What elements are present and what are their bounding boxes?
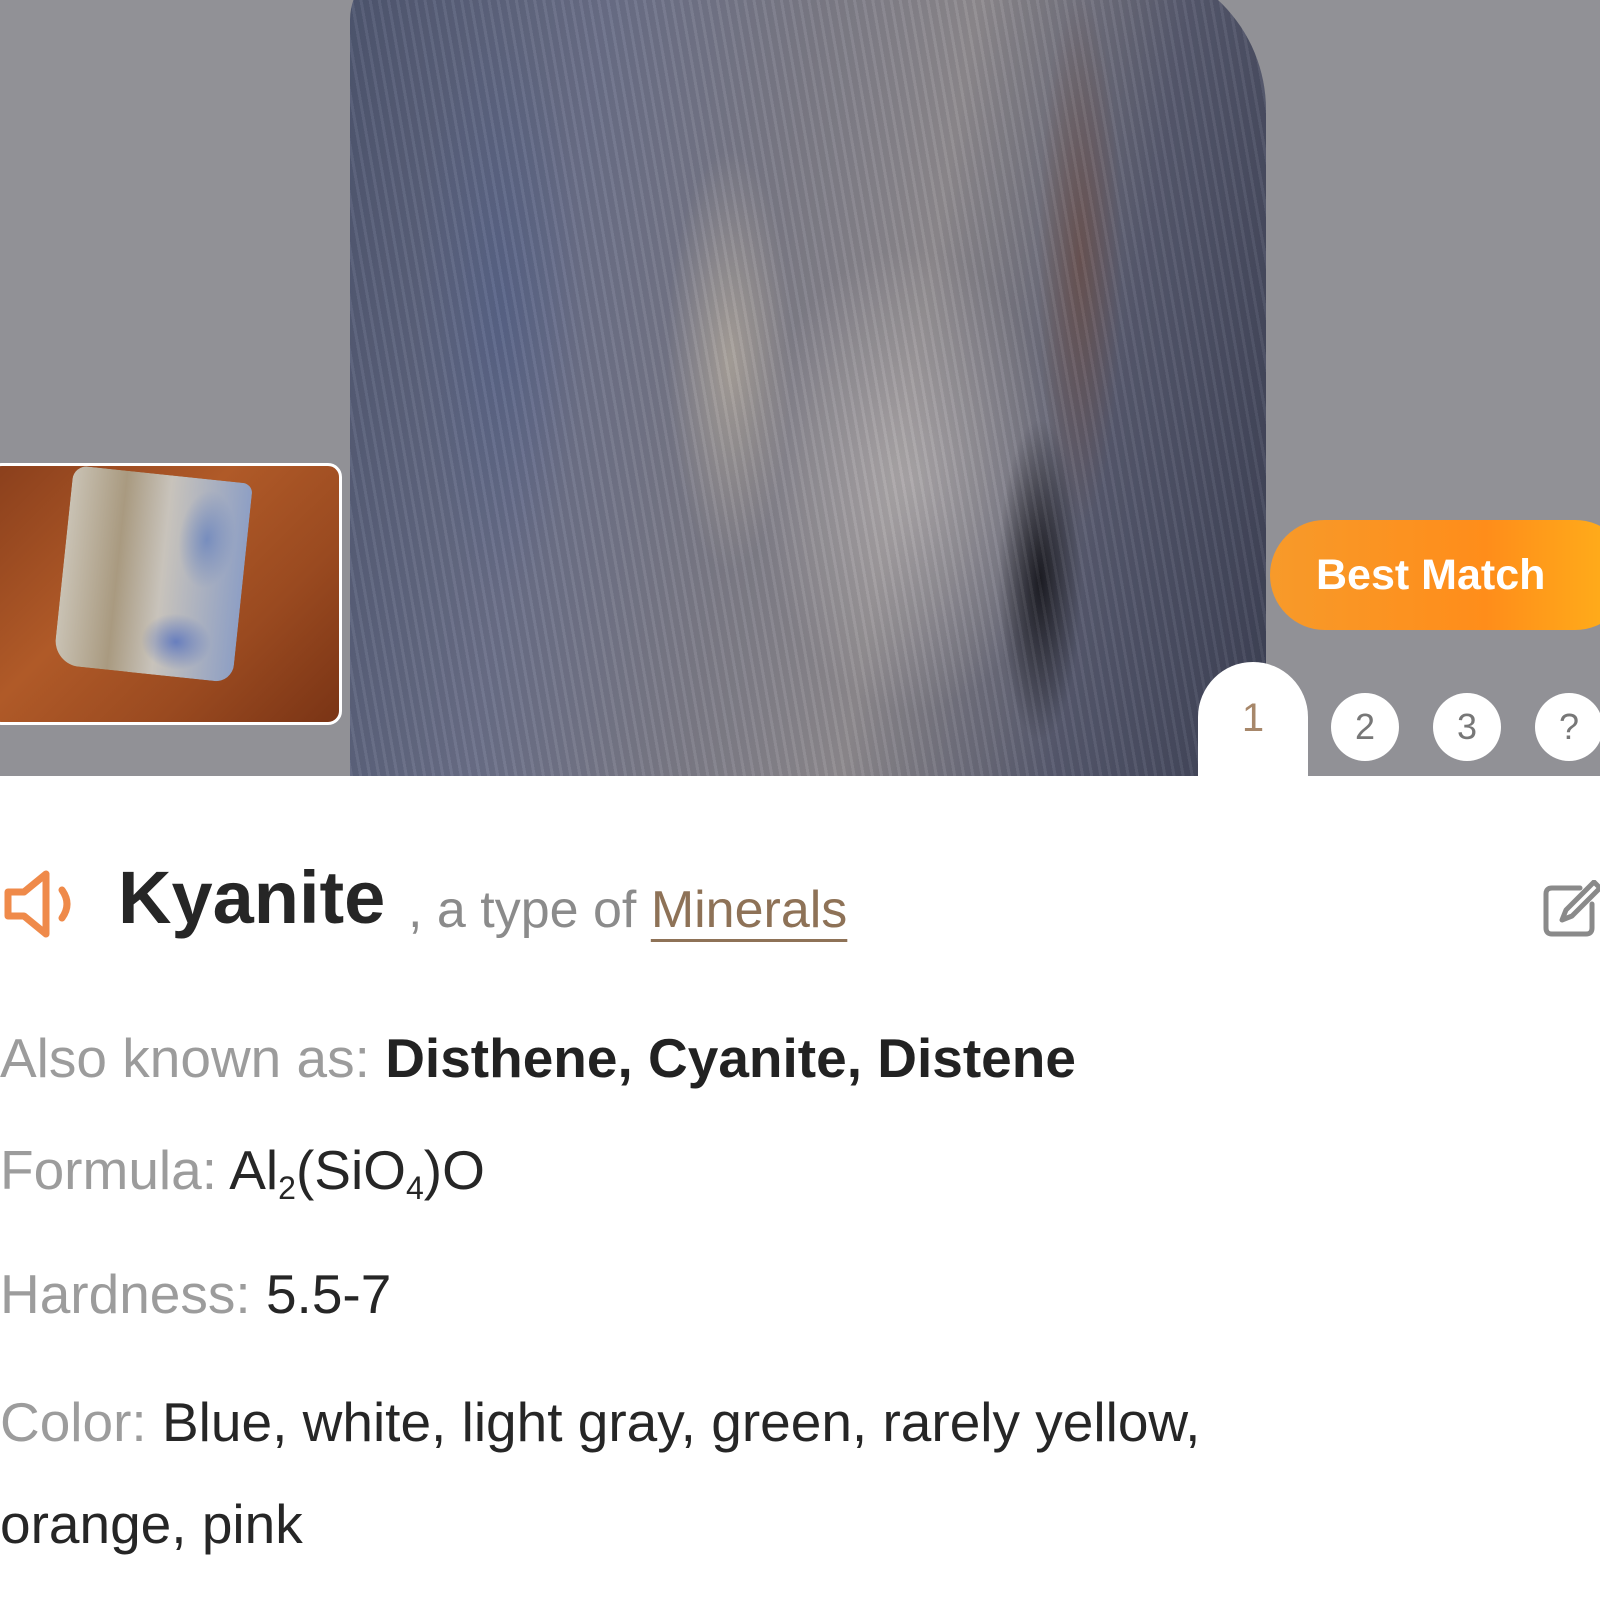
specimen-photo: Best Match	[0, 0, 1600, 776]
result-tab-3[interactable]: 3	[1433, 693, 1501, 761]
hardness-label: Hardness:	[0, 1263, 266, 1325]
formula-part: (SiO	[295, 1139, 406, 1201]
formula-value: Al2(SiO4)O	[229, 1139, 485, 1206]
formula-row: Formula: Al2(SiO4)O	[0, 1138, 485, 1207]
result-tab-1-label: 1	[1241, 696, 1265, 740]
color-value-line1: Blue, white, light gray, green, rarely y…	[162, 1391, 1201, 1453]
color-label: Color:	[0, 1391, 162, 1453]
mineral-type: , a type of Minerals	[408, 880, 847, 940]
also-known-as-row: Also known as: Disthene, Cyanite, Disten…	[0, 1026, 1076, 1090]
formula-label: Formula:	[0, 1139, 230, 1201]
mineral-name: Kyanite	[118, 856, 386, 939]
best-match-label: Best Match	[1316, 550, 1546, 599]
result-tab-1[interactable]: 1	[1198, 662, 1308, 782]
formula-subscript: 2	[278, 1170, 296, 1206]
hardness-row: Hardness: 5.5-7	[0, 1262, 391, 1326]
also-known-as-label: Also known as:	[0, 1027, 386, 1089]
edit-icon[interactable]	[1540, 880, 1600, 940]
color-row-continued: orange, pink	[0, 1492, 303, 1556]
result-tab-3-label: 3	[1456, 706, 1478, 747]
result-tab-2-label: 2	[1354, 706, 1376, 747]
hardness-value: 5.5-7	[265, 1263, 392, 1325]
category-link[interactable]: Minerals	[651, 881, 848, 939]
formula-part: Al	[229, 1139, 279, 1201]
result-tab-unknown-label: ?	[1558, 706, 1580, 747]
user-photo-thumbnail[interactable]	[0, 463, 342, 725]
result-tab-unknown[interactable]: ?	[1535, 693, 1600, 761]
result-tab-2[interactable]: 2	[1331, 693, 1399, 761]
color-row: Color: Blue, white, light gray, green, r…	[0, 1390, 1200, 1454]
color-value-line2: orange, pink	[0, 1493, 303, 1555]
specimen-image	[350, 0, 1266, 776]
speaker-icon[interactable]	[2, 866, 94, 942]
best-match-badge: Best Match	[1270, 520, 1600, 630]
also-known-as-value: Disthene, Cyanite, Distene	[385, 1027, 1076, 1089]
formula-subscript: 4	[405, 1170, 424, 1206]
formula-part: )O	[423, 1139, 485, 1201]
type-separator: , a type of	[408, 881, 651, 939]
thumbnail-rock-image	[53, 466, 253, 683]
